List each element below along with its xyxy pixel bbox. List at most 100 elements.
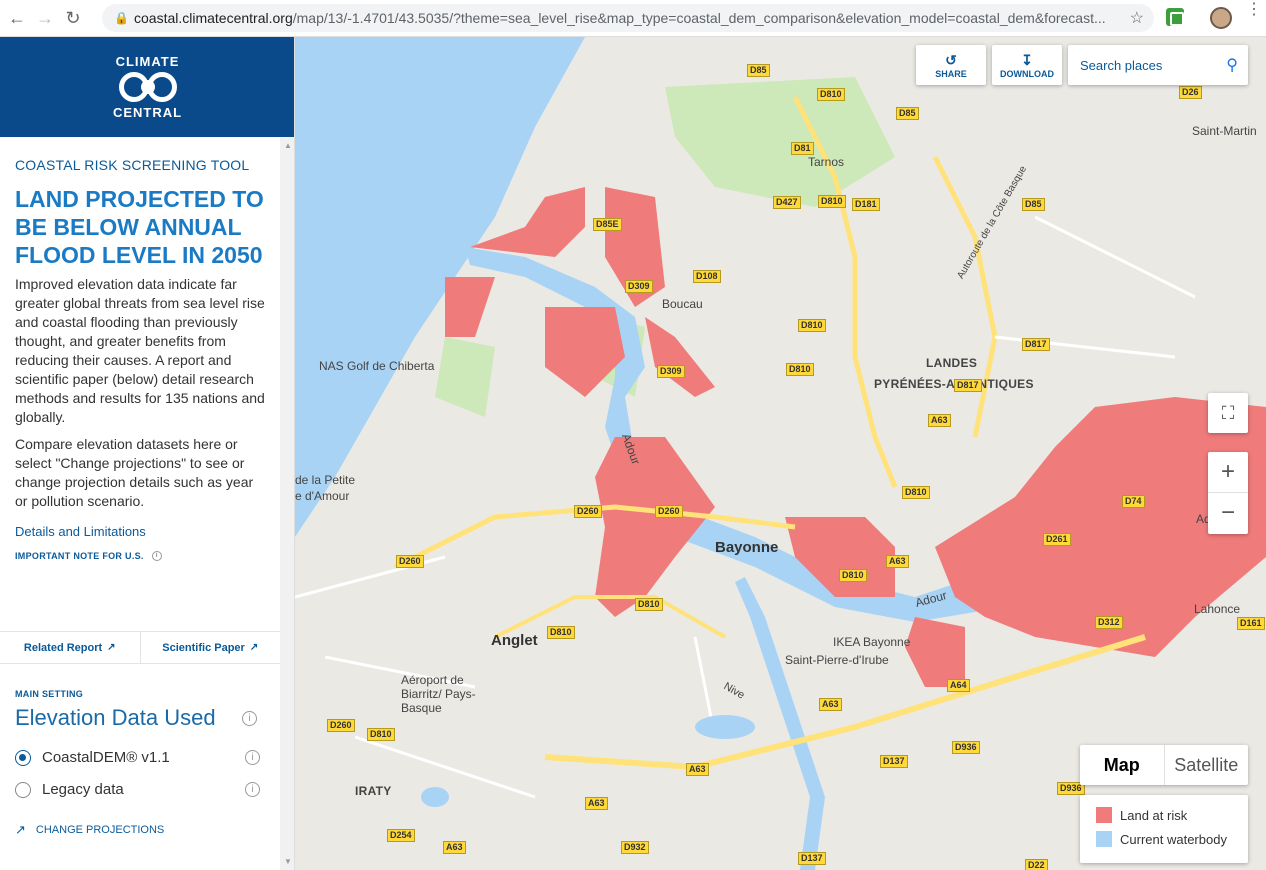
place-label-tarnos: Tarnos: [808, 155, 845, 169]
search-icon[interactable]: ⚲: [1226, 55, 1238, 75]
place-label-anglet: Anglet: [491, 632, 538, 649]
legend-item-waterbody: Current waterbody: [1096, 831, 1232, 847]
info-icon[interactable]: i: [245, 750, 260, 765]
share-button[interactable]: ↺ SHARE: [916, 45, 986, 85]
map-type-satellite[interactable]: Satellite: [1165, 745, 1249, 785]
road-badge: D810: [817, 88, 845, 101]
place-label-saint-martin: Saint-Martin: [1192, 124, 1257, 138]
profile-avatar[interactable]: [1210, 7, 1232, 29]
search-box[interactable]: Search places ⚲: [1068, 45, 1248, 85]
road-badge: D810: [798, 319, 826, 332]
road-badge: D181: [852, 198, 880, 211]
browser-toolbar: ← → ↻ 🔒 coastal.climatecentral.org/map/1…: [0, 0, 1266, 37]
climate-central-logo[interactable]: CLIMATE CENTRAL: [0, 37, 294, 137]
place-label-boucau: Boucau: [662, 297, 703, 311]
road-badge: D22: [1025, 859, 1048, 870]
fullscreen-icon[interactable]: ⛶: [1208, 393, 1248, 433]
place-label-aeroport: Aéroport de Biarritz/ Pays-Basque: [401, 673, 476, 715]
road-badge: D312: [1095, 616, 1123, 629]
road-badge: D137: [798, 852, 826, 865]
road-badge: A64: [947, 679, 970, 692]
road-badge: D161: [1237, 617, 1265, 630]
download-icon: ↧: [1021, 51, 1033, 68]
scientific-paper-link[interactable]: Scientific Paper ↗: [141, 632, 281, 663]
sidebar-scrollbar[interactable]: [280, 137, 294, 870]
swatch-waterbody: [1096, 831, 1112, 847]
road-badge: D810: [902, 486, 930, 499]
address-bar[interactable]: 🔒 coastal.climatecentral.org/map/13/-1.4…: [102, 4, 1154, 32]
logo-rings-icon: [118, 72, 177, 102]
legend-item-land-at-risk: Land at risk: [1096, 807, 1232, 823]
road-badge: D85: [747, 64, 770, 77]
road-badge: D810: [547, 626, 575, 639]
place-label-damour: e d'Amour: [295, 489, 350, 503]
map-canvas[interactable]: Tarnos Boucau Bayonne Anglet NAS Golf de…: [295, 37, 1266, 870]
intro-paragraph: Improved elevation data indicate far gre…: [15, 276, 265, 425]
setting-title: Elevation Data Used i: [15, 705, 265, 731]
road-badge: D85E: [593, 218, 622, 231]
road-badge: D810: [786, 363, 814, 376]
scroll-down-icon[interactable]: ▼: [284, 857, 292, 866]
share-icon: ↺: [945, 51, 957, 68]
option-legacy[interactable]: Legacy data i: [15, 781, 260, 798]
road-badge: D817: [1022, 338, 1050, 351]
compare-paragraph: Compare elevation datasets here or selec…: [15, 436, 254, 509]
place-label-iraty: IRATY: [355, 784, 392, 798]
road-badge: D81: [791, 142, 814, 155]
zoom-control: + −: [1208, 452, 1248, 534]
related-links: Related Report ↗ Scientific Paper ↗: [0, 631, 280, 664]
external-link-icon: ↗: [107, 642, 116, 653]
reload-icon[interactable]: ↻: [62, 7, 84, 29]
road-badge: D108: [693, 270, 721, 283]
road-badge: D137: [880, 755, 908, 768]
map-type-toggle: Map Satellite: [1080, 745, 1248, 785]
place-label-ikea: IKEA Bayonne: [833, 635, 911, 649]
road-badge: D254: [387, 829, 415, 842]
change-projections-button[interactable]: ↗ CHANGE PROJECTIONS: [15, 822, 164, 838]
place-label-petite: de la Petite: [295, 473, 356, 487]
road-badge: A63: [928, 414, 951, 427]
road-badge: D261: [1043, 533, 1071, 546]
menu-dots-icon[interactable]: ⋮: [1246, 2, 1262, 18]
map-type-map[interactable]: Map: [1080, 745, 1165, 785]
tool-label: COASTAL RISK SCREENING TOOL: [15, 157, 250, 173]
info-icon[interactable]: i: [242, 711, 257, 726]
lock-icon: 🔒: [114, 11, 129, 25]
road-badge: D810: [839, 569, 867, 582]
page-title: LAND PROJECTED TO BE BELOW ANNUAL FLOOD …: [15, 186, 264, 268]
road-badge: D85: [896, 107, 919, 120]
road-badge: D26: [1179, 86, 1202, 99]
road-badge: A63: [585, 797, 608, 810]
zoom-out-button[interactable]: −: [1208, 493, 1248, 534]
info-icon[interactable]: i: [151, 551, 162, 561]
extension-icon[interactable]: [1166, 8, 1184, 26]
bookmark-star-icon[interactable]: ☆: [1130, 8, 1144, 28]
swatch-land-at-risk: [1096, 807, 1112, 823]
zoom-in-button[interactable]: +: [1208, 452, 1248, 493]
road-badge: D85: [1022, 198, 1045, 211]
forward-icon[interactable]: →: [34, 7, 56, 29]
details-link[interactable]: Details and Limitations: [15, 524, 265, 539]
search-input[interactable]: Search places: [1080, 58, 1162, 73]
radio-unselected[interactable]: [15, 781, 31, 798]
road-badge: D810: [818, 195, 846, 208]
related-report-link[interactable]: Related Report ↗: [0, 632, 141, 663]
back-icon[interactable]: ←: [6, 7, 28, 29]
road-badge: D260: [327, 719, 355, 732]
road-badge: D74: [1122, 495, 1145, 508]
scroll-up-icon[interactable]: ▲: [284, 141, 292, 150]
important-note-link[interactable]: IMPORTANT NOTE FOR U.S. i: [15, 551, 265, 561]
url-text: coastal.climatecentral.org/map/13/-1.470…: [134, 10, 1106, 26]
download-button[interactable]: ↧ DOWNLOAD: [992, 45, 1062, 85]
place-label-bayonne: Bayonne: [715, 539, 779, 556]
road-badge: D309: [625, 280, 653, 293]
road-badge: D427: [773, 196, 801, 209]
place-label-golf: NAS Golf de Chiberta: [319, 359, 435, 373]
sidebar: CLIMATE CENTRAL ▲ ▼ COASTAL RISK SCREENI…: [0, 37, 295, 870]
option-coastaldem[interactable]: CoastalDEM® v1.1 i: [15, 749, 260, 766]
info-icon[interactable]: i: [245, 782, 260, 797]
radio-selected[interactable]: [15, 749, 31, 766]
map-legend: Land at risk Current waterbody: [1080, 795, 1248, 863]
road-badge: D810: [635, 598, 663, 611]
road-badge: A63: [886, 555, 909, 568]
